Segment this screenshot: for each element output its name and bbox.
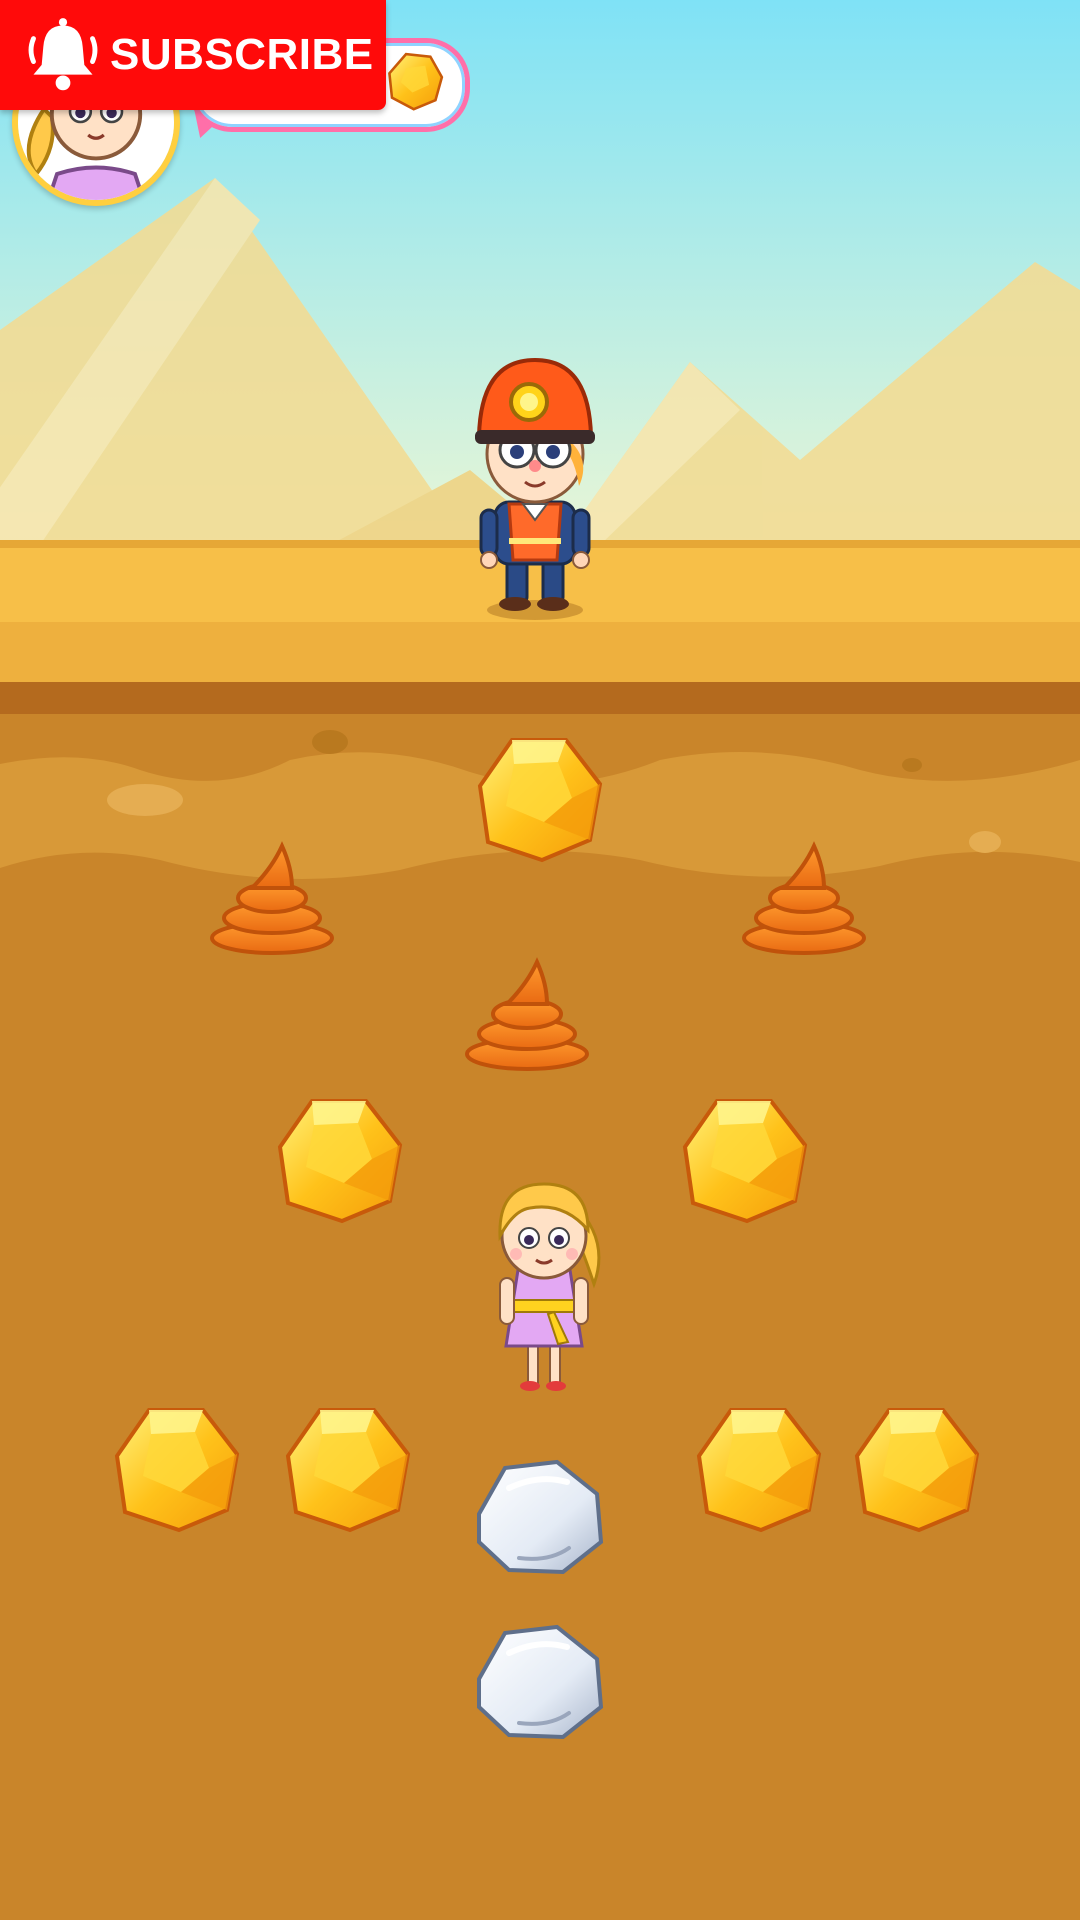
stone-icon[interactable] — [477, 1459, 604, 1575]
gold-nugget-icon[interactable] — [114, 1408, 240, 1533]
poop-icon[interactable] — [210, 841, 334, 955]
buried-items-layer — [114, 738, 980, 1740]
stone-icon[interactable] — [477, 1624, 604, 1740]
bell-icon — [28, 18, 98, 91]
gold-nugget-icon — [388, 52, 444, 111]
subscribe-button[interactable]: SUBSCRIBE — [0, 0, 386, 110]
gold-nugget-icon[interactable] — [277, 1099, 403, 1224]
gold-nugget-icon[interactable] — [477, 738, 603, 863]
gold-nugget-icon[interactable] — [285, 1408, 411, 1533]
poop-icon[interactable] — [465, 957, 589, 1071]
gold-nugget-icon[interactable] — [682, 1099, 808, 1224]
subscribe-label: SUBSCRIBE — [110, 30, 374, 79]
gold-nugget-icon[interactable] — [854, 1408, 980, 1533]
poop-icon[interactable] — [742, 841, 866, 955]
gold-nugget-icon[interactable] — [696, 1408, 822, 1533]
